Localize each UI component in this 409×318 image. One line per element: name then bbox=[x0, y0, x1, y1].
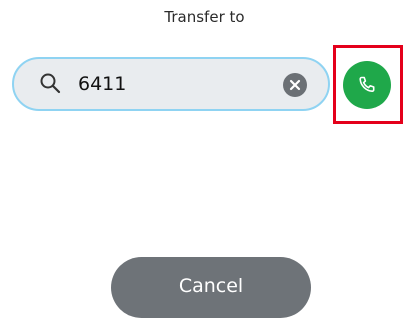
dialog-title: Transfer to bbox=[164, 8, 245, 26]
search-field[interactable] bbox=[12, 57, 330, 111]
clear-button[interactable] bbox=[283, 73, 307, 97]
phone-icon bbox=[359, 76, 375, 93]
clear-icon bbox=[289, 79, 301, 91]
search-icon bbox=[39, 72, 61, 94]
search-input[interactable] bbox=[78, 70, 268, 98]
cancel-button[interactable]: Cancel bbox=[111, 257, 311, 318]
call-button[interactable] bbox=[343, 61, 391, 109]
